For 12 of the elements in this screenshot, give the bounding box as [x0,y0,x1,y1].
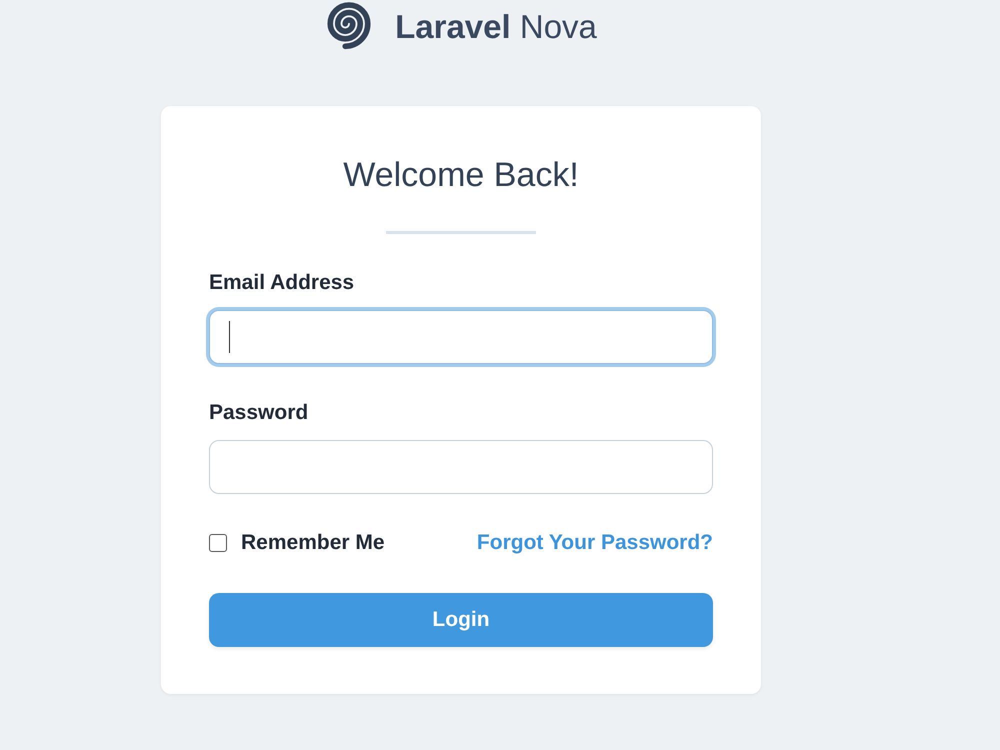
input-field[interactable] [209,310,713,364]
logo-wordmark: Laravel Nova [395,7,597,47]
spiral-logo-icon [325,0,374,50]
field-label: Password [209,401,308,425]
forgot-password-link[interactable]: Forgot Your Password? [476,531,713,555]
input-field[interactable] [209,440,713,494]
remember-checkbox[interactable] [209,534,227,552]
welcome-title: Welcome Back! [343,155,579,195]
text-cursor-icon [229,321,230,353]
remember-me-label: Remember Me [241,531,385,555]
login-button[interactable]: Login [209,593,713,647]
field-label: Email Address [209,271,354,295]
